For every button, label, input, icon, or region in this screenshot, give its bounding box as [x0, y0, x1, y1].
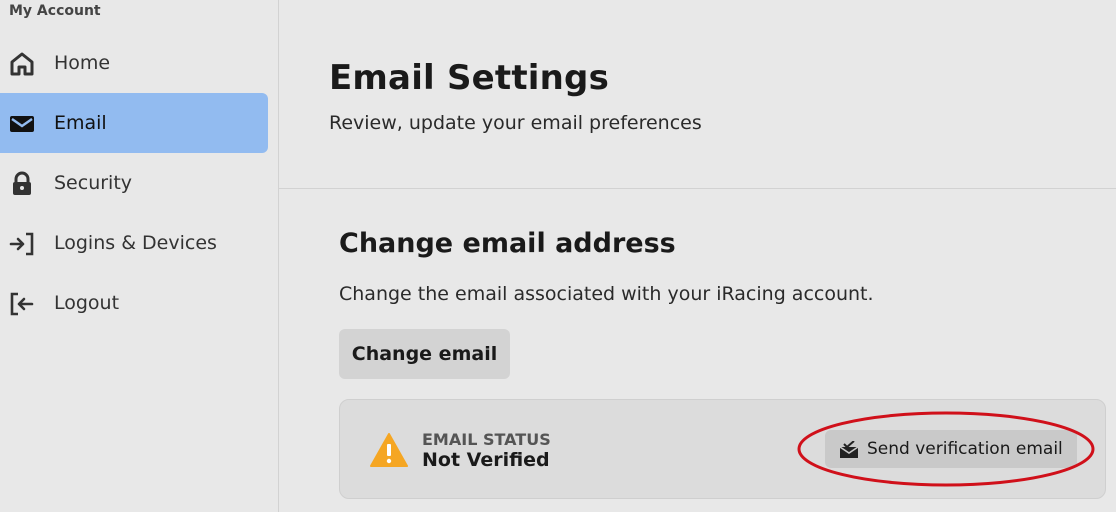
app-root: My Account Home Email Security Logins & …: [0, 0, 1116, 512]
email-status-card: EMAIL STATUS Not Verified Send verificat…: [339, 399, 1106, 499]
email-status-label: EMAIL STATUS: [422, 430, 551, 449]
page-title: Email Settings: [329, 58, 610, 98]
home-icon: [10, 52, 34, 76]
sidebar-item-home[interactable]: Home: [0, 33, 268, 93]
divider: [279, 188, 1116, 189]
mail-send-icon: [839, 441, 859, 458]
sidebar-title: My Account: [9, 3, 101, 19]
change-email-button[interactable]: Change email: [339, 329, 510, 379]
sidebar-item-label: Logout: [54, 292, 120, 314]
sidebar-item-label: Logins & Devices: [54, 232, 217, 254]
sidebar-item-logins-devices[interactable]: Logins & Devices: [0, 213, 268, 273]
warning-triangle-icon: [370, 433, 408, 467]
page-subtitle: Review, update your email preferences: [329, 112, 702, 134]
sidebar-item-label: Email: [54, 112, 107, 134]
section-description: Change the email associated with your iR…: [339, 283, 874, 305]
sidebar-item-security[interactable]: Security: [0, 153, 268, 213]
lock-icon: [13, 171, 31, 195]
send-verification-email-label: Send verification email: [867, 439, 1063, 459]
section-title: Change email address: [339, 228, 676, 259]
login-icon: [9, 232, 34, 256]
send-verification-email-button[interactable]: Send verification email: [825, 430, 1077, 468]
logout-icon: [10, 292, 34, 316]
sidebar-item-label: Home: [54, 52, 111, 74]
main-content: Email Settings Review, update your email…: [279, 0, 1116, 512]
envelope-icon: [10, 116, 34, 132]
sidebar: My Account Home Email Security Logins & …: [0, 0, 279, 512]
sidebar-item-logout[interactable]: Logout: [0, 273, 268, 333]
sidebar-item-email[interactable]: Email: [0, 93, 268, 153]
sidebar-item-label: Security: [54, 172, 133, 194]
email-status-value: Not Verified: [422, 449, 550, 471]
